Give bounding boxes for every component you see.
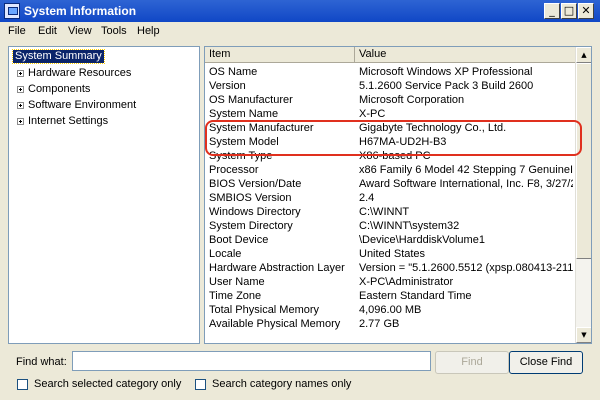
table-row[interactable]: Version 5.1.2600 Service Pack 3 Build 260… [205,79,577,93]
table-row[interactable]: System Directory C:\WINNT\system32 [205,219,577,233]
expand-plus-icon[interactable] [17,101,24,109]
column-header-value[interactable]: Value [355,47,577,63]
row-item-cell: OS Name [209,66,258,78]
row-value-cell: Microsoft Windows XP Professional [359,66,533,78]
expand-plus-icon[interactable] [17,85,24,93]
window-title: System Information [24,4,137,18]
scroll-thumb[interactable] [576,63,591,259]
row-item-cell: Windows Directory [209,206,301,218]
search-category-names-checkbox[interactable]: Search category names only [195,378,351,391]
minimize-button[interactable]: _ [544,3,560,19]
row-value-cell: X-PC\Administrator [359,276,454,288]
row-value-cell: C:\WINNT [359,206,410,218]
row-value-cell: x86 Family 6 Model 42 Stepping 7 Genuine… [359,164,573,176]
menu-edit[interactable]: Edit [38,25,57,37]
checkbox-label: Search category names only [212,378,352,390]
menu-file[interactable]: File [8,25,26,37]
find-button[interactable]: Find [435,351,509,374]
row-item-cell: Time Zone [209,290,262,302]
close-button[interactable]: ✕ [578,3,594,19]
scroll-down-arrow-icon[interactable]: ▼ [576,327,591,343]
table-row[interactable]: Boot Device \Device\HarddiskVolume1 [205,233,577,247]
tree-item-label: Hardware Resources [28,67,132,79]
vertical-scrollbar[interactable]: ▲ ▼ [575,47,591,343]
category-tree[interactable]: System Summary Hardware Resources Compon… [8,46,200,344]
table-row[interactable]: Windows Directory C:\WINNT [205,205,577,219]
table-row[interactable]: User Name X-PC\Administrator [205,275,577,289]
row-item-cell: Processor [209,164,259,176]
row-item-cell: User Name [209,276,265,288]
table-row[interactable]: Time Zone Eastern Standard Time [205,289,577,303]
checkbox-label: Search selected category only [34,378,182,390]
list-header: Item Value [205,47,577,63]
table-row[interactable]: Processor x86 Family 6 Model 42 Stepping … [205,163,577,177]
row-item-cell: Boot Device [209,234,269,246]
row-item-cell: System Directory [209,220,293,232]
menu-view[interactable]: View [68,25,92,37]
tree-item-hardware-resources[interactable]: Hardware Resources [17,66,131,80]
expand-plus-icon[interactable] [17,69,24,77]
row-value-cell: 2.77 GB [359,318,400,330]
tree-item-label: Software Environment [28,99,137,111]
menu-tools[interactable]: Tools [101,25,127,37]
row-item-cell: OS Manufacturer [209,94,293,106]
tree-item-label: Internet Settings [28,115,109,127]
expand-plus-icon[interactable] [17,117,24,125]
table-row[interactable]: Locale United States [205,247,577,261]
row-item-cell: Total Physical Memory [209,304,320,316]
row-item-cell: Version [209,80,246,92]
find-what-input[interactable] [72,351,431,371]
tree-item-label: Components [28,83,91,95]
row-item-cell: Available Physical Memory [209,318,341,330]
table-row[interactable]: Available Physical Memory 2.77 GB [205,317,577,331]
row-value-cell: \Device\HarddiskVolume1 [359,234,485,246]
maximize-button[interactable]: □ [561,3,577,19]
tree-item-system-summary[interactable]: System Summary [12,49,105,64]
title-bar[interactable]: System Information _ □ ✕ [0,0,600,22]
tree-item-software-environment[interactable]: Software Environment [17,98,136,112]
row-value-cell: 5.1.2600 Service Pack 3 Build 2600 [359,80,534,92]
row-item-cell: SMBIOS Version [209,192,292,204]
system-information-window: System Information _ □ ✕ File Edit View … [0,0,600,400]
search-selected-category-checkbox[interactable]: Search selected category only [17,378,181,391]
table-row[interactable]: Hardware Abstraction Layer Version = "5.1… [205,261,577,275]
table-row[interactable]: System Name X-PC [205,107,577,121]
annotation-highlight-box [205,120,582,156]
tree-item-internet-settings[interactable]: Internet Settings [17,114,108,128]
tree-item-components[interactable]: Components [17,82,90,96]
table-row[interactable]: SMBIOS Version 2.4 [205,191,577,205]
row-value-cell: C:\WINNT\system32 [359,220,460,232]
menu-bar: File Edit View Tools Help [0,22,600,42]
table-row[interactable]: Total Physical Memory 4,096.00 MB [205,303,577,317]
table-row[interactable]: OS Name Microsoft Windows XP Professional [205,65,577,79]
row-value-cell: 4,096.00 MB [359,304,422,316]
row-item-cell: BIOS Version/Date [209,178,302,190]
row-value-cell: X-PC [359,108,386,120]
row-item-cell: Hardware Abstraction Layer [209,262,345,274]
details-list[interactable]: Item Value OS Name Microsoft Windows XP P… [204,46,592,344]
row-value-cell: Eastern Standard Time [359,290,472,302]
row-item-cell: Locale [209,248,242,260]
system-info-app-icon[interactable] [4,3,20,19]
row-value-cell: Microsoft Corporation [359,94,465,106]
find-what-label: Find what: [16,356,67,368]
row-value-cell: Award Software International, Inc. F8, 3… [359,178,573,190]
row-value-cell: United States [359,248,426,260]
scroll-up-arrow-icon[interactable]: ▲ [576,47,591,63]
row-item-cell: System Name [209,108,279,120]
column-header-item[interactable]: Item [205,47,355,63]
checkbox-icon[interactable] [17,378,28,390]
row-value-cell: Version = "5.1.2600.5512 (xpsp.080413-21… [359,262,573,274]
row-value-cell: 2.4 [359,192,375,204]
menu-help[interactable]: Help [137,25,160,37]
checkbox-icon[interactable] [195,378,206,390]
table-row[interactable]: BIOS Version/Date Award Software Internat… [205,177,577,191]
close-find-button[interactable]: Close Find [509,351,583,374]
table-row[interactable]: OS Manufacturer Microsoft Corporation [205,93,577,107]
